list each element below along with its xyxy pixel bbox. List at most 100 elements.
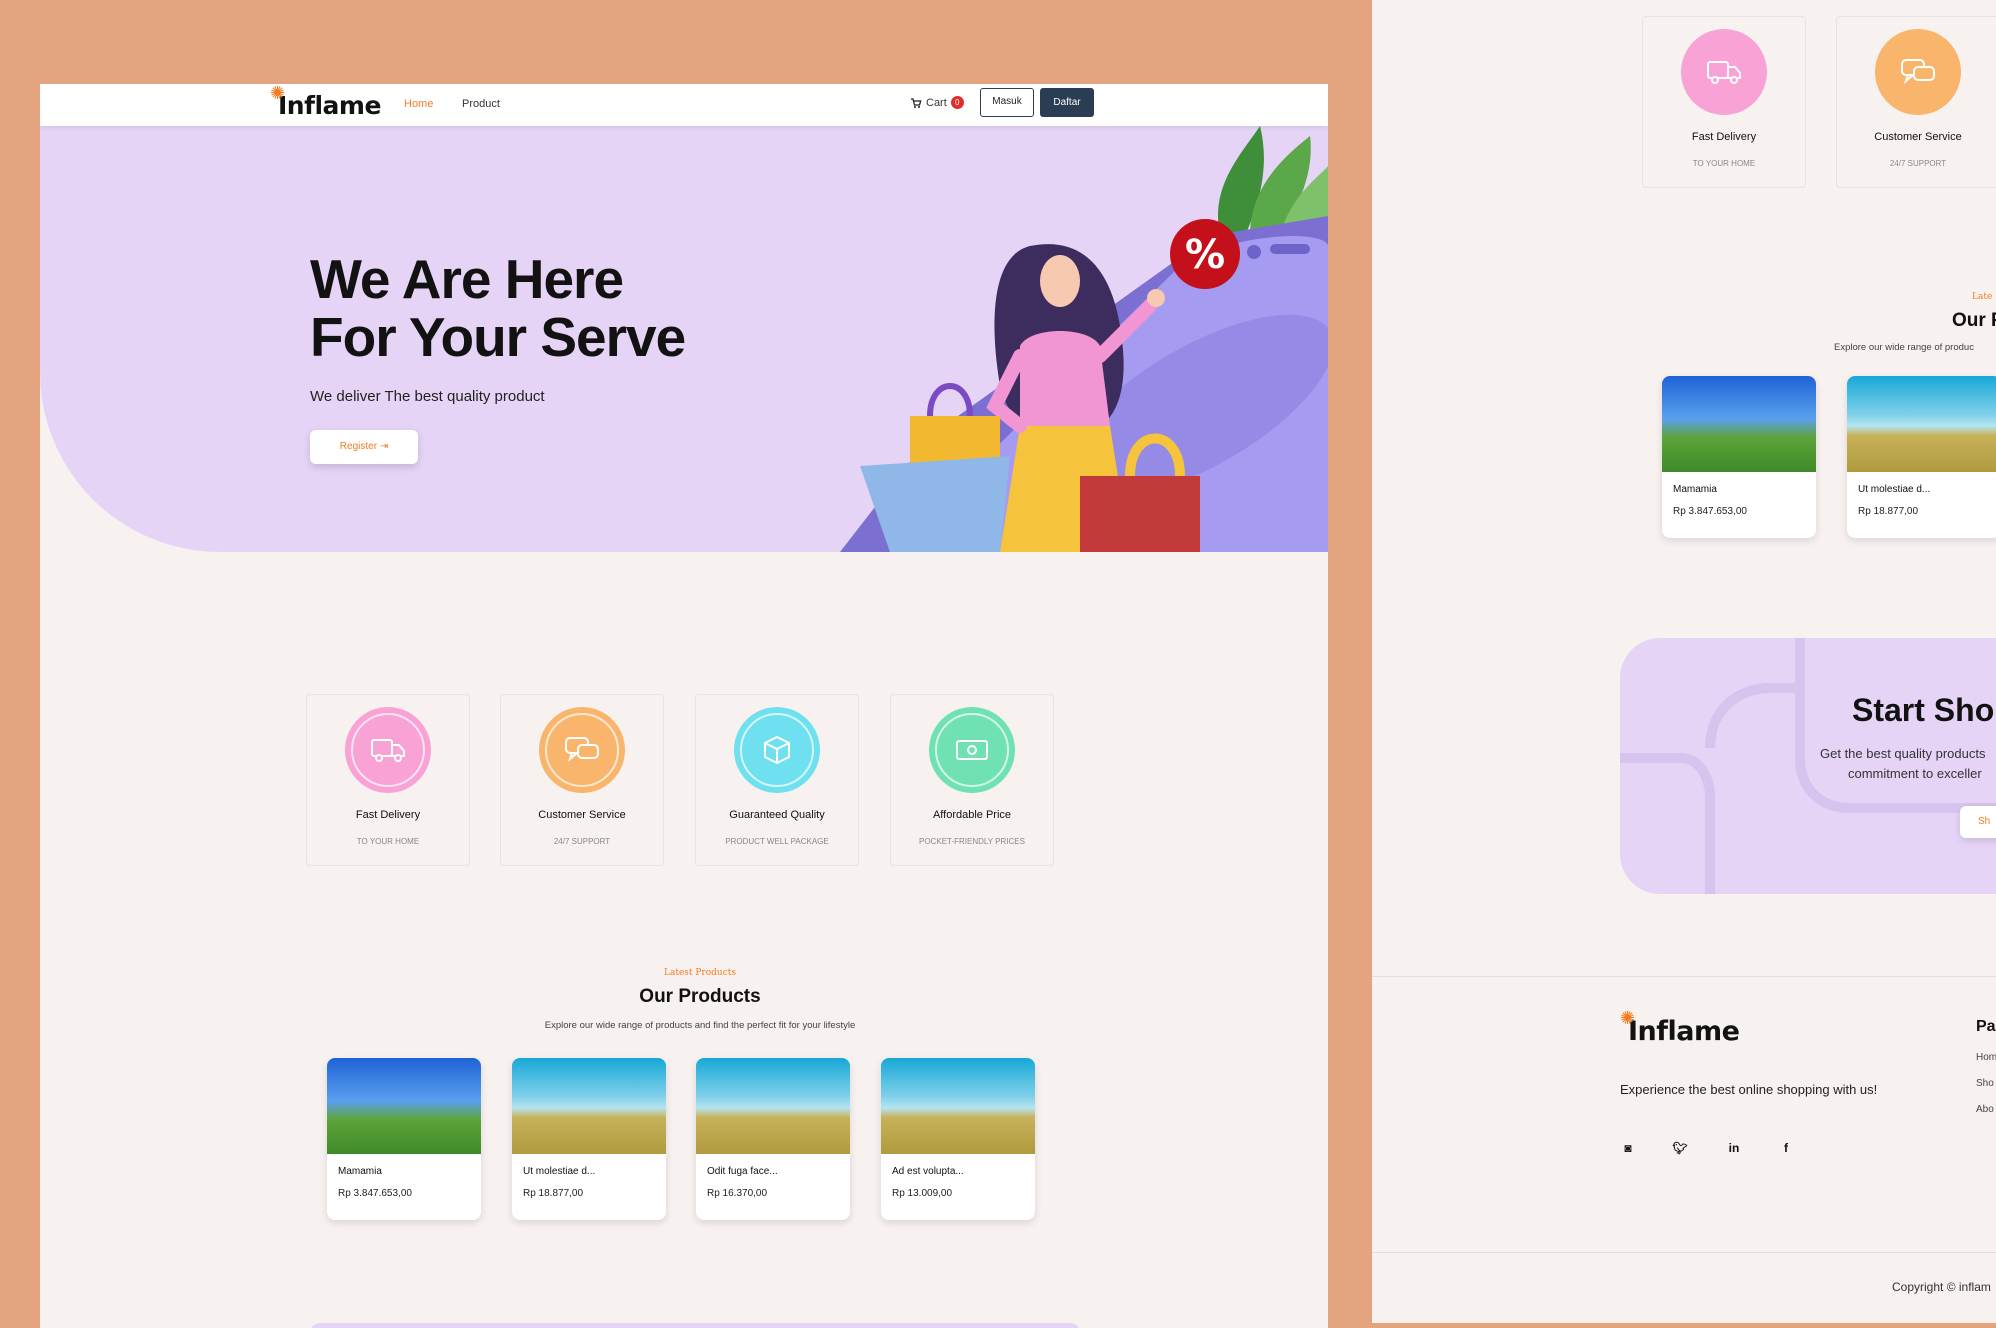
product-image [327, 1058, 481, 1154]
product-image [881, 1058, 1035, 1154]
feature-icon-circle [345, 707, 431, 793]
products-description: Explore our wide range of products and f… [544, 1020, 856, 1031]
products-title: Our P [1952, 310, 1996, 331]
footer-tagline: Experience the best online shopping with… [1620, 1082, 1878, 1097]
feature-icon-circle [734, 707, 820, 793]
chat-icon [1901, 59, 1935, 85]
product-card[interactable]: Mamamia Rp 3.847.653,00 [1662, 376, 1816, 538]
feature-subtitle: 24/7 SUPPORT [553, 837, 611, 846]
feature-title: Fast Delivery [355, 809, 421, 821]
products-kicker: Latest Products [664, 968, 736, 978]
footer-link-home[interactable]: Hom [1976, 1052, 1996, 1063]
signup-button[interactable]: Daftar [1040, 88, 1094, 117]
nav-link-home[interactable]: Home [404, 98, 433, 110]
feature-card-affordable-price: Affordable Price POCKET-FRIENDLY PRICES [890, 694, 1054, 866]
product-card[interactable]: Ut molestiae d... Rp 18.877,00 [512, 1058, 666, 1220]
cart-count-badge: 0 [950, 96, 964, 109]
promo-title: Start Sho [1852, 692, 1995, 728]
feature-icon-circle [1681, 29, 1767, 115]
website-preview-main: ✺ Inflame Home Product Cart 0 Masuk Daft… [40, 84, 1328, 1328]
product-name: Odit fuga face... [707, 1166, 778, 1177]
sun-burst-icon: ✺ [270, 84, 285, 104]
feature-title: Customer Service [1874, 131, 1962, 143]
product-price: Rp 3.847.653,00 [338, 1188, 412, 1199]
feature-subtitle: POCKET-FRIENDLY PRICES [919, 837, 1025, 846]
feature-title: Affordable Price [932, 809, 1012, 821]
brand-name: Inflame [278, 91, 381, 120]
feature-subtitle: TO YOUR HOME [1692, 159, 1756, 168]
sun-burst-icon: ✺ [1620, 1008, 1635, 1029]
brand-name: Inflame [1628, 1016, 1740, 1047]
cart-link[interactable]: Cart 0 [910, 96, 964, 109]
footer-brand-logo[interactable]: ✺ Inflame [1620, 1008, 1740, 1047]
products-description: Explore our wide range of produc [1834, 342, 1974, 353]
truck-icon [1707, 61, 1741, 84]
percent-icon: % [1185, 232, 1225, 278]
products-title: Our Products [639, 986, 761, 1007]
promo-banner-edge [310, 1323, 1080, 1328]
feature-card-guaranteed-quality: Guaranteed Quality PRODUCT WELL PACKAGE [695, 694, 859, 866]
product-card[interactable]: Ad est volupta... Rp 13.009,00 [881, 1058, 1035, 1220]
product-price: Rp 16.370,00 [707, 1188, 768, 1199]
feature-card-fast-delivery: Fast Delivery TO YOUR HOME [306, 694, 470, 866]
footer-pages-title: Pa [1976, 1018, 1996, 1035]
truck-icon [371, 739, 405, 762]
product-price: Rp 13.009,00 [892, 1188, 953, 1199]
money-icon [956, 740, 988, 760]
product-price: Rp 18.877,00 [523, 1188, 584, 1199]
product-name: Mamamia [338, 1166, 382, 1177]
footer-link-about[interactable]: Abo [1976, 1104, 1994, 1115]
register-button[interactable]: Register ⇥ [310, 430, 418, 464]
product-image [1662, 376, 1816, 472]
feature-subtitle: 24/7 SUPPORT [1889, 159, 1947, 168]
product-card[interactable]: Odit fuga face... Rp 16.370,00 [696, 1058, 850, 1220]
product-image [696, 1058, 850, 1154]
product-price: Rp 18.877,00 [1858, 506, 1919, 517]
feature-title: Guaranteed Quality [729, 809, 825, 821]
product-card[interactable]: Mamamia Rp 3.847.653,00 [327, 1058, 481, 1220]
product-image [1847, 376, 1996, 472]
cart-label: Cart [926, 96, 947, 109]
product-name: Ut molestiae d... [1858, 484, 1931, 495]
promo-text-line-1: Get the best quality products [1820, 746, 1986, 761]
cart-icon [911, 97, 922, 108]
product-price: Rp 3.847.653,00 [1673, 506, 1747, 517]
feature-icon-circle [929, 707, 1015, 793]
chat-icon [565, 737, 599, 763]
nav-link-product[interactable]: Product [462, 98, 500, 110]
product-name: Ad est volupta... [892, 1166, 964, 1177]
product-name: Ut molestiae d... [523, 1166, 596, 1177]
twitter-icon[interactable]: 🐦︎ [1672, 1140, 1688, 1156]
footer-bottom-divider [1372, 1252, 1996, 1253]
copyright-text: Copyright © inflam [1892, 1280, 1991, 1294]
login-button[interactable]: Masuk [980, 88, 1034, 117]
hero-title-line-1: We Are Here [310, 248, 624, 310]
hero-illustration: % [840, 126, 1328, 552]
box-icon [764, 735, 790, 765]
facebook-icon[interactable]: f [1778, 1140, 1794, 1156]
feature-subtitle: TO YOUR HOME [356, 837, 420, 846]
feature-icon-circle [1875, 29, 1961, 115]
shop-now-button[interactable]: Sh [1960, 806, 1996, 838]
feature-title: Fast Delivery [1691, 131, 1757, 143]
feature-card-customer-service: Customer Service 24/7 SUPPORT [1836, 16, 1996, 188]
product-image [512, 1058, 666, 1154]
feature-icon-circle [539, 707, 625, 793]
promo-text-line-2: commitment to exceller [1848, 766, 1982, 781]
promo-banner: Start Sho Get the best quality products … [1620, 638, 1996, 894]
product-card[interactable]: Ut molestiae d... Rp 18.877,00 [1847, 376, 1996, 538]
feature-title: Customer Service [538, 809, 626, 821]
instagram-icon[interactable]: ◙ [1620, 1140, 1636, 1156]
register-button-label: Register [339, 441, 378, 452]
discount-badge: % [1170, 219, 1240, 289]
feature-subtitle: PRODUCT WELL PACKAGE [725, 837, 829, 846]
website-preview-secondary: Fast Delivery TO YOUR HOME Customer Serv… [1372, 0, 1996, 1323]
product-name: Mamamia [1673, 484, 1717, 495]
footer-link-shop[interactable]: Sho [1976, 1078, 1994, 1089]
hero-section: We Are Here For Your Serve We deliver Th… [40, 126, 1328, 552]
feature-card-customer-service: Customer Service 24/7 SUPPORT [500, 694, 664, 866]
feature-card-fast-delivery: Fast Delivery TO YOUR HOME [1642, 16, 1806, 188]
brand-logo[interactable]: ✺ Inflame [270, 84, 381, 120]
linkedin-icon[interactable]: in [1726, 1140, 1742, 1156]
hero-title-line-2: For Your Serve [310, 306, 686, 368]
